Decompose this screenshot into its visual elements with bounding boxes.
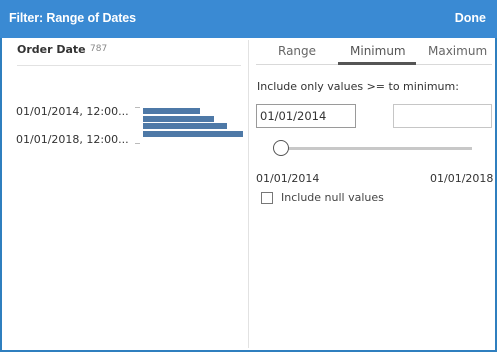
include-null-label: Include null values [281, 191, 384, 204]
minimum-date-input[interactable] [256, 104, 356, 128]
histogram-tick [135, 107, 140, 108]
panel-divider [248, 40, 249, 348]
minimum-slider-thumb[interactable] [273, 140, 289, 156]
secondary-input[interactable] [393, 104, 492, 128]
dialog-title: Filter: Range of Dates [9, 11, 136, 25]
minimum-slider-track[interactable] [282, 147, 472, 150]
field-header-divider [17, 65, 241, 66]
include-null-checkbox[interactable] [261, 192, 273, 204]
range-max-label: 01/01/2018 [430, 172, 494, 185]
tab-maximum[interactable]: Maximum [428, 44, 487, 58]
histogram-label-end: 01/01/2018, 12:00... [16, 133, 129, 146]
range-min-label: 01/01/2014 [256, 172, 320, 185]
done-button[interactable]: Done [455, 11, 486, 25]
tab-minimum[interactable]: Minimum [350, 44, 406, 58]
field-name: Order Date [17, 43, 86, 56]
tab-selected-indicator [338, 62, 416, 65]
histogram-bar [143, 115, 214, 122]
histogram-panel [2, 38, 248, 350]
histogram-label-start: 01/01/2014, 12:00... [16, 105, 129, 118]
histogram-bar [143, 108, 200, 114]
histogram-bar [143, 130, 243, 137]
histogram-tick [135, 143, 140, 144]
tab-range[interactable]: Range [278, 44, 316, 58]
histogram-bar [143, 123, 227, 129]
minimum-hint: Include only values >= to minimum: [257, 80, 459, 93]
field-count: 787 [90, 44, 108, 54]
dialog-titlebar: Filter: Range of Dates Done [0, 0, 497, 38]
